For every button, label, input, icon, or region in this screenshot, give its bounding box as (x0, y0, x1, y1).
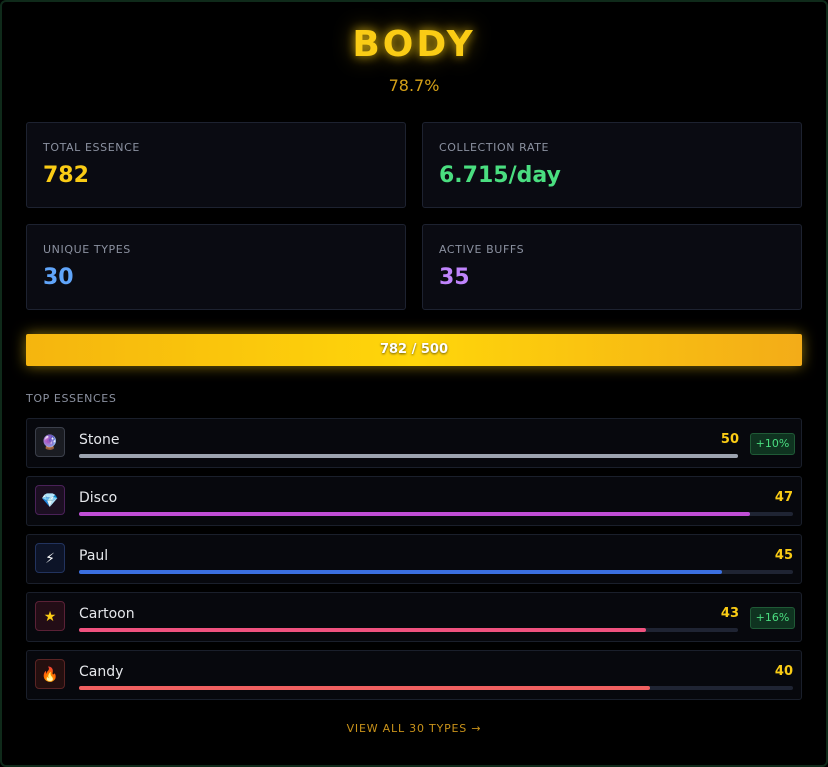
essence-name: Candy (79, 664, 124, 680)
buff-badge: +16% (750, 607, 795, 629)
crystal-ball-icon: 🔮 (35, 427, 65, 457)
gem-icon: 💎 (35, 485, 65, 515)
stat-card-total-essence: TOTAL ESSENCE 782 (26, 122, 406, 208)
page-title: BODY (352, 24, 476, 65)
essence-count: 40 (774, 664, 793, 679)
stat-label: COLLECTION RATE (439, 141, 550, 154)
essence-count: 50 (720, 432, 739, 447)
stat-value: 782 (43, 163, 89, 188)
view-all-types-link[interactable]: VIEW ALL 30 TYPES → (0, 722, 828, 735)
essence-row-stone[interactable]: 🔮 Stone 50 +10% (26, 418, 802, 468)
stat-label: ACTIVE BUFFS (439, 243, 525, 256)
section-label-top-essences: TOP ESSENCES (26, 392, 117, 405)
essence-name: Stone (79, 432, 120, 448)
stat-card-collection-rate: COLLECTION RATE 6.715/day (422, 122, 802, 208)
essence-count: 47 (774, 490, 793, 505)
essence-count: 43 (720, 606, 739, 621)
essence-bar-fill (79, 454, 738, 458)
essence-bar-fill (79, 628, 646, 632)
essence-bar-track (79, 686, 793, 690)
essence-name: Paul (79, 548, 109, 564)
essence-bar-track (79, 570, 793, 574)
stat-card-unique-types: UNIQUE TYPES 30 (26, 224, 406, 310)
stat-value: 35 (439, 265, 470, 290)
stat-card-active-buffs: ACTIVE BUFFS 35 (422, 224, 802, 310)
essence-row-candy[interactable]: 🔥 Candy 40 (26, 650, 802, 700)
stat-label: TOTAL ESSENCE (43, 141, 140, 154)
essence-bar-track (79, 628, 738, 632)
essence-bar-fill (79, 512, 750, 516)
stat-value: 30 (43, 265, 74, 290)
essence-bar-track (79, 512, 793, 516)
stat-label: UNIQUE TYPES (43, 243, 131, 256)
essence-bar-fill (79, 570, 722, 574)
essence-name: Disco (79, 490, 118, 506)
stat-value: 6.715/day (439, 163, 561, 188)
essence-name: Cartoon (79, 606, 135, 622)
essence-row-paul[interactable]: ⚡ Paul 45 (26, 534, 802, 584)
star-icon: ★ (35, 601, 65, 631)
fire-icon: 🔥 (35, 659, 65, 689)
essence-row-disco[interactable]: 💎 Disco 47 (26, 476, 802, 526)
progress-text: 782 / 500 (379, 342, 449, 357)
essence-bar-fill (79, 686, 650, 690)
essence-row-cartoon[interactable]: ★ Cartoon 43 +16% (26, 592, 802, 642)
essence-bar-track (79, 454, 738, 458)
essence-count: 45 (774, 548, 793, 563)
essence-progress-bar: 782 / 500 (26, 334, 802, 366)
buff-badge: +10% (750, 433, 795, 455)
completion-percent: 78.7% (388, 76, 440, 95)
lightning-icon: ⚡ (35, 543, 65, 573)
